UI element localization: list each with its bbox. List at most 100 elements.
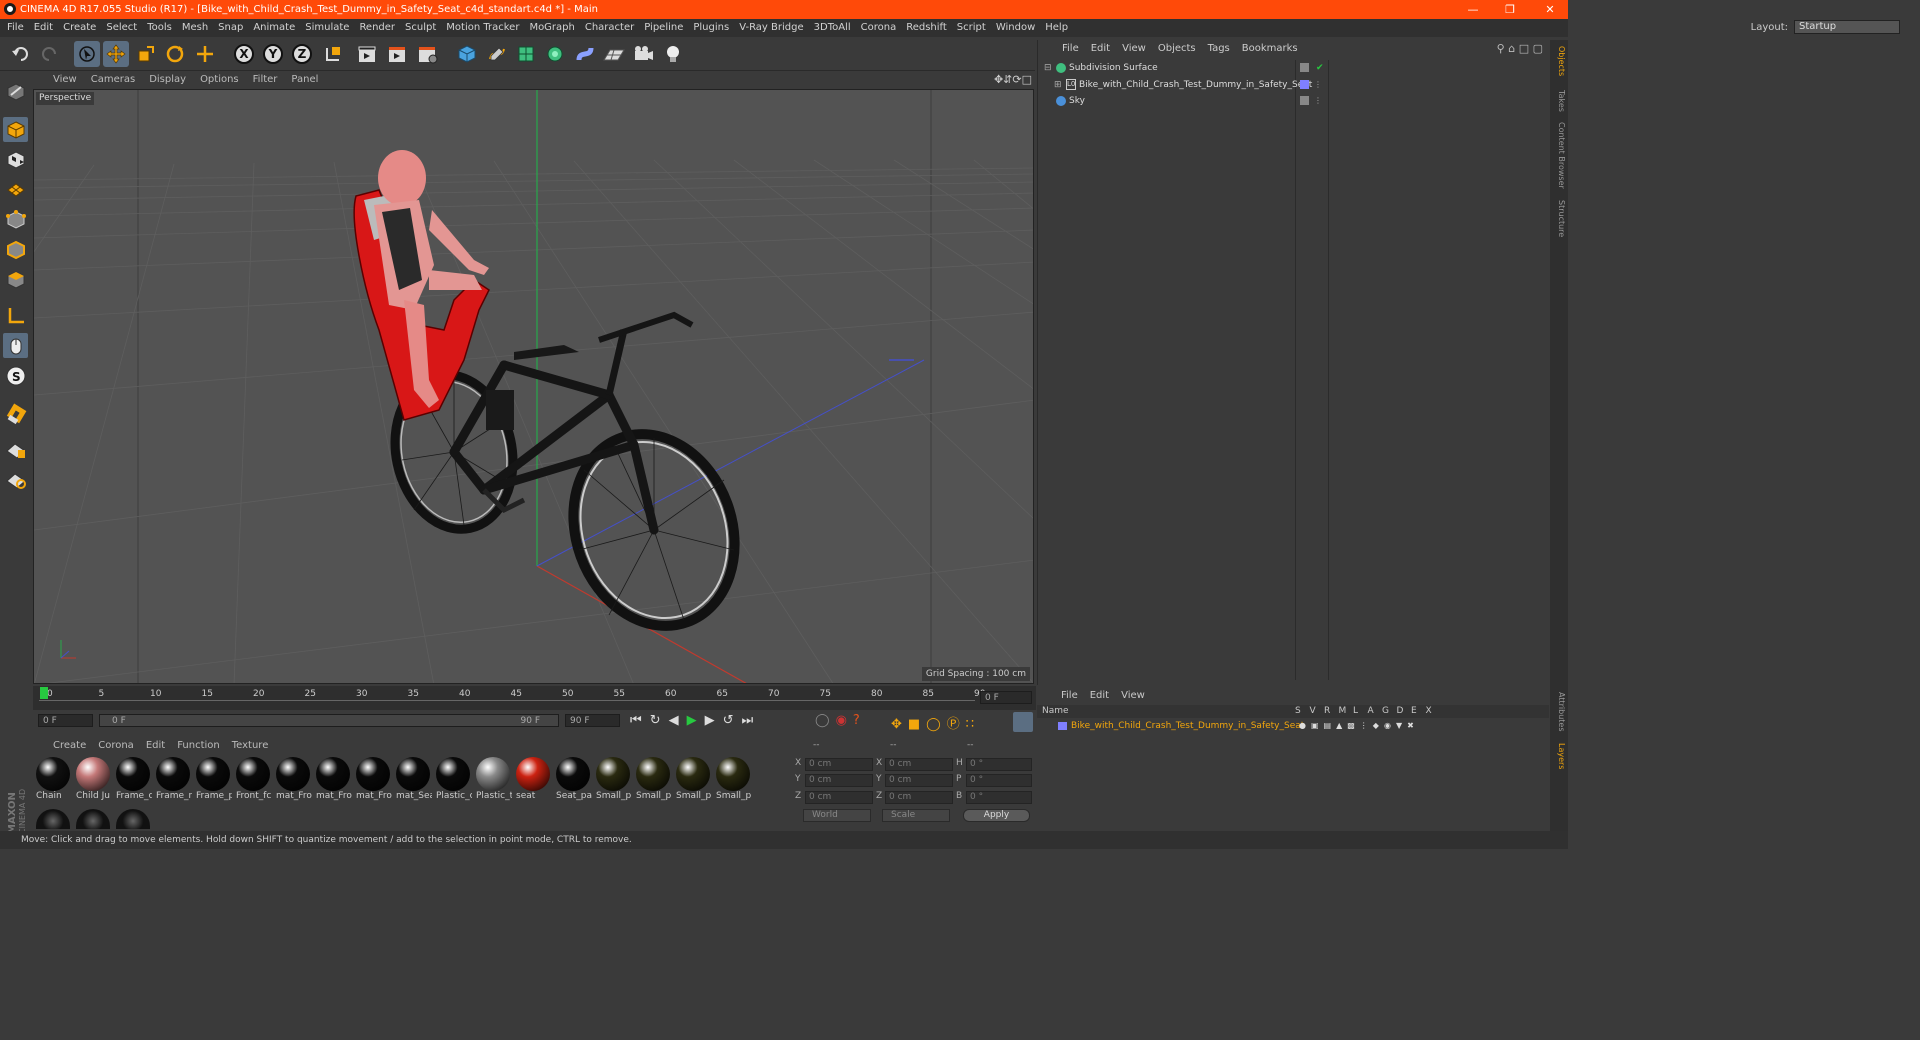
rotate-tool-icon[interactable] xyxy=(162,41,188,67)
workplane-lock-icon[interactable] xyxy=(3,437,28,462)
material-swatch[interactable]: Child Ju xyxy=(74,757,112,801)
layer-color-swatch[interactable] xyxy=(1058,722,1067,730)
texture-mode-icon[interactable] xyxy=(3,147,28,172)
layer-flag-header[interactable]: M xyxy=(1339,705,1347,718)
snap-icon[interactable]: S xyxy=(3,363,28,388)
model-mode-icon[interactable] xyxy=(3,117,28,142)
menu-select[interactable]: Select xyxy=(101,19,142,37)
live-selection-icon[interactable] xyxy=(74,41,100,67)
menu-create[interactable]: Create xyxy=(58,19,101,37)
om-search-home-icons[interactable]: ⚲ ⌂ □ ▢ xyxy=(1497,40,1543,58)
side-tab-content-browser[interactable]: Content Browser xyxy=(1552,122,1566,189)
side-tab-takes[interactable]: Takes xyxy=(1552,90,1566,112)
viewport-menu-view[interactable]: View xyxy=(33,71,84,89)
layer-flag-header[interactable]: S xyxy=(1295,705,1301,718)
menu-file[interactable]: File xyxy=(0,19,29,37)
workplane-mode-icon[interactable] xyxy=(3,175,28,200)
menu-motion-tracker[interactable]: Motion Tracker xyxy=(441,19,524,37)
layer-flag-header[interactable]: R xyxy=(1324,705,1330,718)
lm-menu-view[interactable]: View xyxy=(1115,690,1151,701)
expand-icon[interactable]: ⊟ xyxy=(1044,60,1052,76)
material-swatch[interactable]: mat_Fro xyxy=(274,757,312,801)
material-swatch[interactable]: Frame_n xyxy=(154,757,192,801)
rot-p-field[interactable]: 0 ° xyxy=(966,774,1032,787)
pos-y-field[interactable]: 0 cm xyxy=(805,774,873,787)
visibility-dots[interactable]: ⋮ xyxy=(1314,77,1322,93)
render-settings-icon[interactable] xyxy=(415,41,441,67)
spline-pen-icon[interactable] xyxy=(484,41,510,67)
magnet-icon[interactable] xyxy=(3,401,28,426)
minimize-icon[interactable]: — xyxy=(1458,0,1488,19)
menu-window[interactable]: Window xyxy=(991,19,1040,37)
layer-flag-header[interactable]: V xyxy=(1310,705,1316,718)
menu-mograph[interactable]: MoGraph xyxy=(524,19,579,37)
close-icon[interactable]: ✕ xyxy=(1535,0,1565,19)
material-swatch[interactable]: Small_pi xyxy=(594,757,632,801)
coordinate-space-dropdown[interactable]: World xyxy=(803,809,871,822)
layer-flag-header[interactable]: G xyxy=(1382,705,1389,718)
om-menu-objects[interactable]: Objects xyxy=(1152,40,1202,58)
timeline-toggle-icon[interactable] xyxy=(1013,712,1033,732)
om-menu-tags[interactable]: Tags xyxy=(1202,40,1236,58)
pos-x-field[interactable]: 0 cm xyxy=(805,758,873,771)
material-swatch[interactable]: mat_Fro xyxy=(314,757,352,801)
material-swatch[interactable]: Frame_c xyxy=(114,757,152,801)
viewport-menu-cameras[interactable]: Cameras xyxy=(84,71,142,89)
redo-icon[interactable] xyxy=(36,41,62,67)
om-menu-view[interactable]: View xyxy=(1116,40,1152,58)
size-mode-dropdown[interactable]: Scale xyxy=(882,809,950,822)
expand-icon[interactable]: ⊞ xyxy=(1054,77,1062,93)
material-swatch[interactable]: Seat_pa xyxy=(554,757,592,801)
camera-icon[interactable] xyxy=(631,41,657,67)
material-swatch[interactable]: Small_pi xyxy=(674,757,712,801)
material-swatch[interactable]: Front_fc xyxy=(234,757,272,801)
menu-3dtoall[interactable]: 3DToAll xyxy=(809,19,856,37)
layer-flag-icons[interactable]: ●▣▤▲▩⋮◆◉▼✖ xyxy=(1299,719,1419,733)
material-swatch[interactable]: seat xyxy=(514,757,552,801)
axis-mode-icon[interactable] xyxy=(3,303,28,328)
material-swatch[interactable]: Plastic_c xyxy=(434,757,472,801)
layer-flag-header[interactable]: A xyxy=(1368,705,1374,718)
subdivision-surface-icon[interactable] xyxy=(513,41,539,67)
menu-pipeline[interactable]: Pipeline xyxy=(639,19,688,37)
apply-button[interactable]: Apply xyxy=(963,809,1030,822)
edges-mode-icon[interactable] xyxy=(3,237,28,262)
material-menu-function[interactable]: Function xyxy=(171,738,226,753)
x-axis-lock-button[interactable]: X xyxy=(231,41,257,67)
om-menu-bookmarks[interactable]: Bookmarks xyxy=(1236,40,1304,58)
layout-dropdown[interactable]: Startup xyxy=(1794,20,1900,34)
layer-color-swatch[interactable] xyxy=(1300,80,1309,89)
layer-row[interactable]: Bike_with_Child_Crash_Test_Dummy_in_Safe… xyxy=(1037,719,1549,733)
material-menu-corona[interactable]: Corona xyxy=(92,738,140,753)
move-tool-icon[interactable] xyxy=(103,41,129,67)
end-frame-field[interactable]: 90 F xyxy=(565,714,620,727)
visibility-dots[interactable]: ⋮ xyxy=(1314,93,1322,109)
material-swatch[interactable]: Plastic_t xyxy=(474,757,512,801)
object-row-bike[interactable]: ⊞ L0 Bike_with_Child_Crash_Test_Dummy_in… xyxy=(1040,77,1548,93)
material-swatch[interactable]: Small_pi xyxy=(714,757,752,801)
menu-edit[interactable]: Edit xyxy=(29,19,58,37)
layer-flag-header[interactable]: X xyxy=(1426,705,1432,718)
restore-icon[interactable]: ❐ xyxy=(1495,0,1525,19)
render-view-icon[interactable] xyxy=(355,41,381,67)
record-buttons[interactable]: ◯◉? xyxy=(815,713,866,728)
viewport-menu-options[interactable]: Options xyxy=(193,71,246,89)
material-menu-edit[interactable]: Edit xyxy=(140,738,171,753)
side-tab-structure[interactable]: Structure xyxy=(1552,200,1566,237)
floor-icon[interactable] xyxy=(601,41,627,67)
tweak-mode-icon[interactable] xyxy=(3,333,28,358)
material-preview-ball[interactable] xyxy=(116,809,150,829)
material-preview-ball[interactable] xyxy=(36,809,70,829)
material-swatch[interactable]: Frame_p xyxy=(194,757,232,801)
layer-flag-header[interactable]: E xyxy=(1411,705,1417,718)
rot-b-field[interactable]: 0 ° xyxy=(966,791,1032,804)
menu-redshift[interactable]: Redshift xyxy=(901,19,952,37)
menu-sculpt[interactable]: Sculpt xyxy=(400,19,441,37)
deformer-icon[interactable] xyxy=(572,41,598,67)
polygons-mode-icon[interactable] xyxy=(3,267,28,292)
menu-tools[interactable]: Tools xyxy=(142,19,177,37)
size-z-field[interactable]: 0 cm xyxy=(885,791,953,804)
lm-menu-file[interactable]: File xyxy=(1055,690,1084,701)
visibility-toggle[interactable] xyxy=(1300,96,1309,105)
viewport-nav-icons[interactable]: ✥⇵⟳□ xyxy=(994,71,1032,89)
